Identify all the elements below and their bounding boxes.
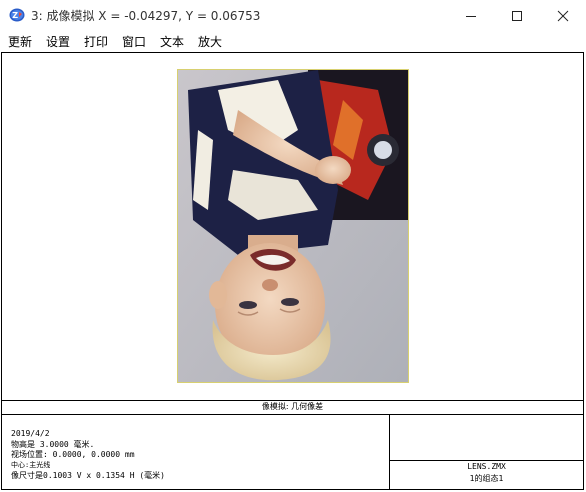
window-title: 3: 成像模拟 X = -0.04297, Y = 0.06753: [31, 9, 261, 23]
close-button[interactable]: [540, 0, 586, 31]
menu-item-text[interactable]: 文本: [160, 33, 184, 50]
caption-bottom-divider: [2, 414, 583, 415]
info-image-size: 像尺寸是0.1003 V x 0.1354 H (毫米): [11, 471, 165, 480]
plot-caption: 像模拟: 几何像差: [261, 402, 324, 411]
minimize-icon: [466, 15, 476, 17]
menu-item-print[interactable]: 打印: [84, 33, 108, 50]
lens-box-divider: [389, 460, 583, 461]
plot-area: 像模拟: 几何像差 2019/4/2 物高是 3.0000 毫米. 视场位置: …: [1, 52, 584, 490]
maximize-icon: [512, 10, 522, 21]
menu-bar: 更新 设置 打印 窗口 文本 放大: [0, 31, 586, 52]
minimize-button[interactable]: [448, 0, 494, 31]
svg-text:Z: Z: [12, 11, 18, 20]
menu-item-zoom[interactable]: 放大: [198, 33, 222, 50]
zemax-app-icon: Z: [9, 8, 25, 22]
maximize-button[interactable]: [494, 0, 540, 31]
lens-config: 1的组态1: [469, 474, 504, 483]
title-bar: Z 3: 成像模拟 X = -0.04297, Y = 0.06753: [0, 0, 586, 31]
lens-file: LENS.ZMX: [467, 462, 506, 471]
menu-item-window[interactable]: 窗口: [122, 33, 146, 50]
menu-item-settings[interactable]: 设置: [46, 33, 70, 50]
menu-item-update[interactable]: 更新: [8, 33, 32, 50]
simulated-image: [177, 69, 409, 383]
info-date: 2019/4/2: [11, 429, 50, 438]
toddler-photo: [178, 70, 408, 382]
info-note: 中心:主光线: [11, 461, 51, 469]
info-field-position: 视场位置: 0.0000, 0.0000 mm: [11, 450, 135, 459]
close-icon: [557, 10, 569, 21]
